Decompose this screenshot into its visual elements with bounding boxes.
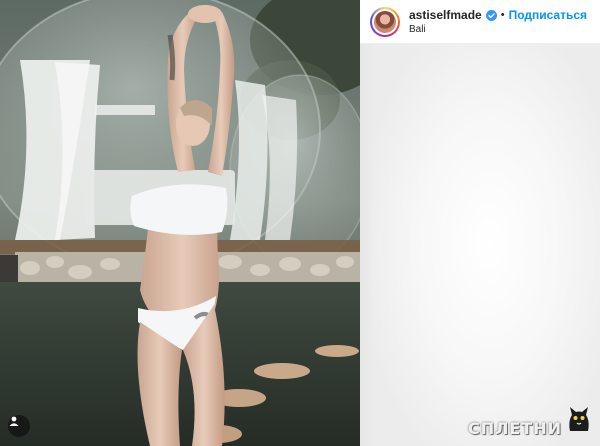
username-link[interactable]: astiselfmade [409,8,482,22]
user-tag-button[interactable] [8,415,30,437]
comments-area-blurred [360,44,600,446]
post-side-panel: astiselfmade • Подписаться Bali СПЛЕТНИ [360,0,600,446]
user-tag-icon [9,416,19,426]
cat-logo-icon [564,403,594,438]
watermark-text: СПЛЕТНИ [467,419,562,438]
location-link[interactable]: Bali [409,24,587,35]
photo-illustration [0,0,360,446]
header-separator: • [500,9,505,21]
instagram-post: astiselfmade • Подписаться Bali СПЛЕТНИ [0,0,600,446]
avatar[interactable] [374,10,396,33]
post-header: astiselfmade • Подписаться Bali [360,0,600,44]
follow-button[interactable]: Подписаться [509,8,587,22]
story-ring[interactable] [370,6,400,37]
verified-badge-icon [485,9,497,21]
site-watermark: СПЛЕТНИ [468,403,594,438]
post-photo[interactable] [0,0,360,446]
